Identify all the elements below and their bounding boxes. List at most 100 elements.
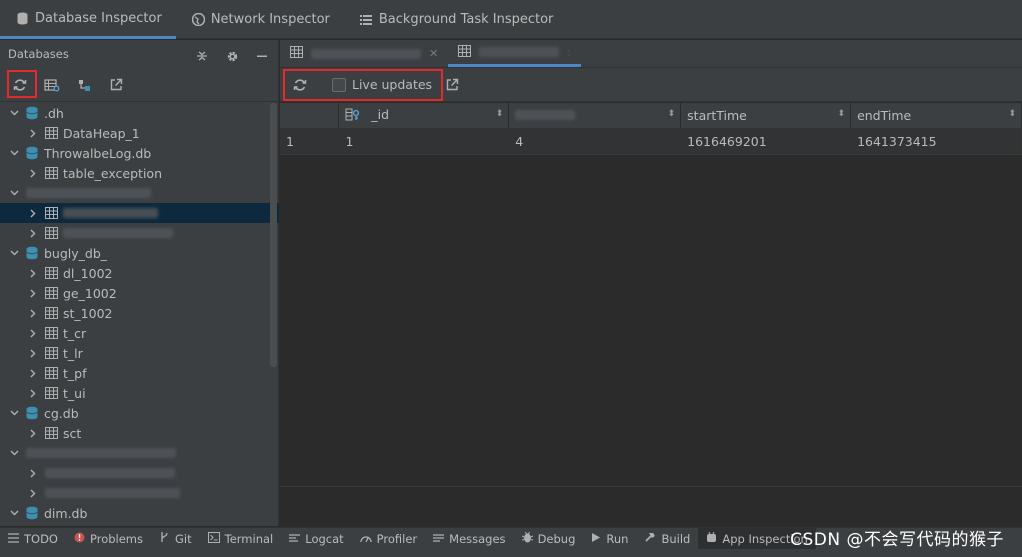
tool-tab-terminal[interactable]: Terminal <box>200 528 282 550</box>
export-icon[interactable] <box>442 75 462 95</box>
chevron-down-icon[interactable] <box>8 247 20 259</box>
chevron-down-icon[interactable] <box>8 187 20 199</box>
database-icon <box>16 12 29 25</box>
tree-db-row[interactable]: bugly_db_ <box>0 243 270 263</box>
cell-redacted-column[interactable]: 4 <box>508 128 682 155</box>
tool-tab-build[interactable]: Build <box>636 528 698 550</box>
chevron-down-icon[interactable] <box>8 147 20 159</box>
tool-tab-todo[interactable]: TODO <box>0 528 66 550</box>
tree-db-row-redacted[interactable] <box>0 183 270 203</box>
table-tab-1[interactable]: ✕ <box>280 40 448 67</box>
tree-db-row[interactable]: .dh <box>0 103 270 123</box>
tree-table-row-selected[interactable] <box>0 203 279 223</box>
chevron-right-icon[interactable] <box>27 367 39 379</box>
new-query-icon[interactable] <box>42 75 62 95</box>
tree-table-row-redacted[interactable] <box>0 483 270 503</box>
hammer-icon <box>644 531 656 546</box>
chevron-right-icon[interactable] <box>27 467 39 479</box>
table-icon <box>45 127 58 139</box>
chevron-right-icon[interactable] <box>27 207 39 219</box>
column-header-id[interactable]: _id ⬍ <box>338 103 510 129</box>
tool-tab-git[interactable]: Git <box>151 528 200 550</box>
tree-db-row[interactable]: dim.db <box>0 503 270 523</box>
minimize-icon[interactable] <box>252 46 272 66</box>
chevron-down-icon[interactable] <box>8 507 20 519</box>
bug-icon <box>521 531 533 546</box>
cell-endtime[interactable]: 1641373415 <box>850 128 1022 155</box>
terminal-icon <box>207 531 220 546</box>
tree-item-label: sct <box>63 425 82 441</box>
chevron-down-icon[interactable] <box>8 447 20 459</box>
tool-tab-label: Debug <box>537 531 576 546</box>
sort-icon[interactable]: ⬍ <box>1008 109 1016 119</box>
sort-icon[interactable]: ⬍ <box>668 109 676 119</box>
chevron-right-icon[interactable] <box>27 307 39 319</box>
tool-tab-debug[interactable]: Debug <box>514 528 584 550</box>
tree-table-row[interactable]: sct <box>0 423 270 443</box>
sort-icon[interactable]: ⬍ <box>496 109 504 119</box>
chevron-right-icon[interactable] <box>27 427 39 439</box>
column-header-endtime[interactable]: endTime ⬍ <box>850 103 1022 129</box>
tree-table-row[interactable]: dl_1002 <box>0 263 270 283</box>
close-icon[interactable]: : <box>567 46 571 59</box>
table-row[interactable]: 1 1 4 1616469201 1641373415 <box>280 128 1022 155</box>
chevron-right-icon[interactable] <box>27 167 39 179</box>
tab-database-inspector[interactable]: Database Inspector <box>0 0 176 39</box>
tree-table-row[interactable]: table_exception <box>0 163 270 183</box>
cell-id[interactable]: 1 <box>338 128 510 155</box>
tree-item-label: t_lr <box>63 345 83 361</box>
tree-scrollbar[interactable] <box>270 103 277 367</box>
tree-item-label: dl_1002 <box>63 265 113 281</box>
tool-tab-run[interactable]: Run <box>583 528 636 550</box>
tab-network-inspector[interactable]: Network Inspector <box>176 0 344 39</box>
chevron-right-icon[interactable] <box>27 287 39 299</box>
table-icon <box>45 267 58 279</box>
tree-table-row-redacted[interactable] <box>0 223 270 243</box>
tree-table-row[interactable]: t_ui <box>0 383 270 403</box>
chevron-right-icon[interactable] <box>27 327 39 339</box>
tool-tab-profiler[interactable]: Profiler <box>352 528 426 550</box>
gear-icon[interactable] <box>222 46 242 66</box>
chevron-right-icon[interactable] <box>27 127 39 139</box>
chevron-right-icon[interactable] <box>27 227 39 239</box>
column-header-starttime[interactable]: startTime ⬍ <box>680 103 852 129</box>
tree-table-row[interactable]: t_pf <box>0 363 270 383</box>
close-icon[interactable]: ✕ <box>429 47 438 60</box>
chevron-right-icon[interactable] <box>27 267 39 279</box>
cell-starttime[interactable]: 1616469201 <box>680 128 852 155</box>
chevron-right-icon[interactable] <box>27 487 39 499</box>
tree-db-row[interactable]: cg.db <box>0 403 270 423</box>
tree-item-label: bugly_db_ <box>44 245 108 261</box>
tree-table-row[interactable]: st_1002 <box>0 303 270 323</box>
chevron-down-icon[interactable] <box>8 407 20 419</box>
tool-tab-problems[interactable]: Problems <box>66 528 151 550</box>
table-icon <box>45 207 58 219</box>
tab-label: Database Inspector <box>35 10 162 26</box>
tree-table-row[interactable]: ge_1002 <box>0 283 270 303</box>
tree-item-label: ge_1002 <box>63 285 117 301</box>
chevron-right-icon[interactable] <box>27 347 39 359</box>
tree-table-row-redacted[interactable] <box>0 463 270 483</box>
table-bottom-divider <box>280 486 1022 487</box>
tree-table-row[interactable]: t_cr <box>0 323 270 343</box>
collapse-all-icon[interactable] <box>192 46 212 66</box>
watermark: CSDN @不会写代码的猴子 <box>790 530 1004 550</box>
redacted-text <box>63 228 173 238</box>
tree-db-row-redacted[interactable] <box>0 443 270 463</box>
export-icon[interactable] <box>106 75 126 95</box>
chevron-down-icon[interactable] <box>8 107 20 119</box>
table-tab-2[interactable]: : <box>448 40 581 67</box>
column-header-redacted[interactable]: ⬍ <box>508 103 682 129</box>
sort-icon[interactable]: ⬍ <box>838 109 846 119</box>
tree-db-row[interactable]: ThrowalbeLog.db <box>0 143 270 163</box>
keep-connections-icon[interactable] <box>74 75 94 95</box>
tool-tab-messages[interactable]: Messages <box>425 528 513 550</box>
tab-background-task-inspector[interactable]: Background Task Inspector <box>344 0 568 39</box>
chevron-right-icon[interactable] <box>27 387 39 399</box>
tree-table-row[interactable]: DataHeap_1 <box>0 123 270 143</box>
status-bar <box>0 549 1022 557</box>
error-icon <box>74 532 85 546</box>
database-icon <box>26 106 40 120</box>
tool-tab-logcat[interactable]: Logcat <box>281 528 351 550</box>
tree-table-row[interactable]: t_lr <box>0 343 270 363</box>
